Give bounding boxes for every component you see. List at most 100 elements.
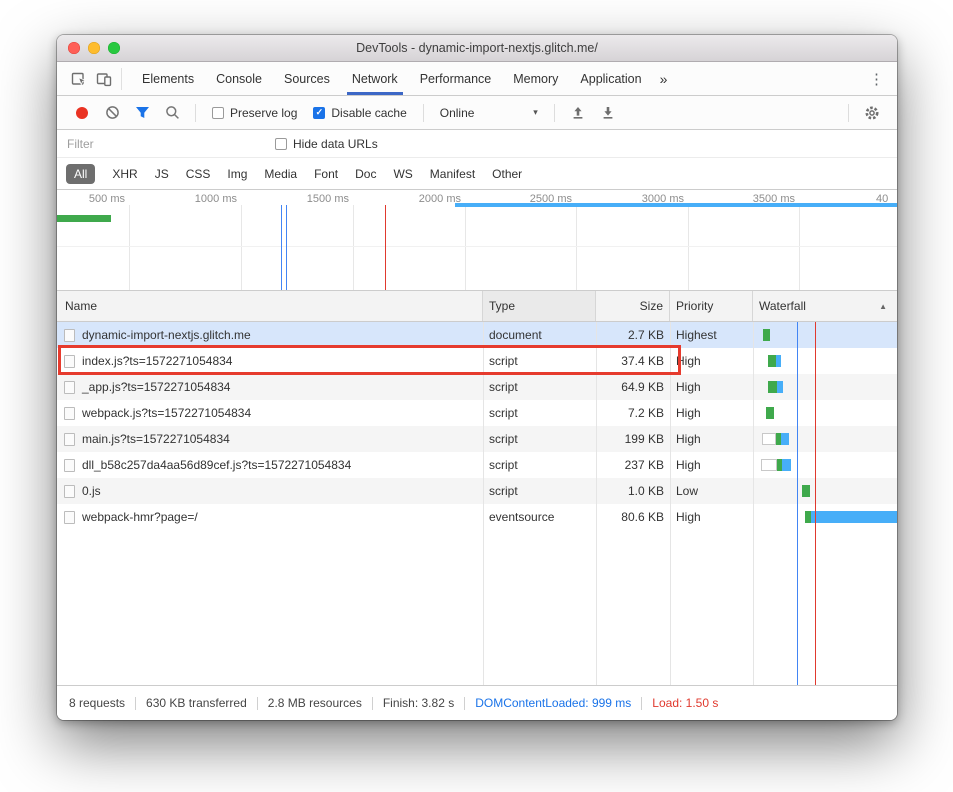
tab-label: Performance [420, 72, 492, 86]
device-toolbar-button[interactable] [91, 67, 116, 91]
column-header-name[interactable]: Name [57, 291, 483, 321]
tab-performance[interactable]: Performance [409, 62, 503, 95]
disable-cache-checkbox[interactable]: ✓ [313, 107, 325, 119]
record-icon [76, 107, 88, 119]
toolbar-divider [195, 104, 196, 122]
table-row[interactable]: main.js?ts=1572271054834 script 199 KB H… [57, 426, 897, 452]
record-button[interactable] [70, 101, 94, 125]
filter-toggle-button[interactable] [130, 101, 154, 125]
waterfall-cell [753, 478, 897, 504]
devtools-menu-button[interactable]: ⋮ [856, 70, 897, 88]
window-title: DevTools - dynamic-import-nextjs.glitch.… [57, 35, 897, 61]
type-filter-media[interactable]: Media [264, 167, 297, 181]
network-toolbar: Preserve log ✓ Disable cache Online ▾ [57, 96, 897, 130]
grid-line [353, 205, 354, 290]
name-cell: webpack-hmr?page=/ [57, 504, 483, 530]
tab-memory[interactable]: Memory [502, 62, 569, 95]
table-row[interactable]: dynamic-import-nextjs.glitch.me document… [57, 322, 897, 348]
type-filter-xhr[interactable]: XHR [112, 167, 137, 181]
priority-cell: Low [670, 478, 753, 504]
resource-type-filters: All XHR JS CSS Img Media Font Doc WS Man… [57, 158, 897, 190]
type-filter-js[interactable]: JS [155, 167, 169, 181]
column-resize-handle[interactable] [483, 322, 484, 685]
type-filter-manifest[interactable]: Manifest [430, 167, 475, 181]
column-header-waterfall[interactable]: Waterfall ▲ [753, 291, 897, 321]
overview-loaded-bar [57, 215, 111, 222]
clear-button[interactable] [100, 101, 124, 125]
grid-line [57, 246, 897, 247]
type-filter-ws[interactable]: WS [393, 167, 412, 181]
type-filter-img[interactable]: Img [227, 167, 247, 181]
type-filter-font[interactable]: Font [314, 167, 338, 181]
load-time: Load: 1.50 s [652, 696, 718, 710]
name-cell: 0.js [57, 478, 483, 504]
file-icon [64, 485, 75, 498]
waterfall-bar [811, 511, 897, 523]
tab-application[interactable]: Application [569, 62, 652, 95]
waterfall-cell [753, 426, 897, 452]
tab-elements[interactable]: Elements [131, 62, 205, 95]
column-header-size[interactable]: Size [596, 291, 670, 321]
table-row[interactable]: index.js?ts=1572271054834 script 37.4 KB… [57, 348, 897, 374]
search-button[interactable] [160, 101, 184, 125]
type-filter-css[interactable]: CSS [186, 167, 211, 181]
import-har-button[interactable] [566, 101, 590, 125]
waterfall-cell [753, 374, 897, 400]
tab-sources[interactable]: Sources [273, 62, 341, 95]
status-divider [372, 697, 373, 710]
file-icon [64, 433, 75, 446]
preserve-log-label[interactable]: Preserve log [230, 106, 297, 120]
grid-line [241, 205, 242, 290]
priority-cell: High [670, 504, 753, 530]
search-icon [165, 105, 180, 120]
size-cell: 37.4 KB [596, 348, 670, 374]
finish-time: Finish: 3.82 s [383, 696, 454, 710]
waterfall-bar [802, 485, 810, 497]
export-har-button[interactable] [596, 101, 620, 125]
column-header-type[interactable]: Type [483, 291, 596, 321]
waterfall-bar [782, 459, 791, 471]
column-resize-handle[interactable] [753, 322, 754, 685]
download-arrow-icon [601, 106, 615, 120]
more-tabs-button[interactable]: » [653, 71, 675, 87]
tab-label: Network [352, 72, 398, 86]
settings-button[interactable] [860, 101, 884, 125]
waterfall-cell [753, 400, 897, 426]
type-filter-other[interactable]: Other [492, 167, 522, 181]
type-filter-doc[interactable]: Doc [355, 167, 376, 181]
time-tick-label: 500 ms [59, 193, 125, 205]
disable-cache-label[interactable]: Disable cache [331, 106, 406, 120]
request-name: _app.js?ts=1572271054834 [82, 380, 230, 394]
type-cell: script [483, 374, 596, 400]
toolbar-divider [848, 104, 849, 122]
table-row[interactable]: 0.js script 1.0 KB Low [57, 478, 897, 504]
hide-data-urls-label[interactable]: Hide data URLs [293, 137, 378, 151]
request-name: webpack.js?ts=1572271054834 [82, 406, 251, 420]
throttling-select[interactable]: Online ▾ [440, 106, 538, 120]
titlebar[interactable]: DevTools - dynamic-import-nextjs.glitch.… [57, 35, 897, 62]
file-icon [64, 329, 75, 342]
table-row[interactable]: webpack-hmr?page=/ eventsource 80.6 KB H… [57, 504, 897, 530]
priority-cell: High [670, 452, 753, 478]
tab-network[interactable]: Network [341, 62, 409, 95]
inspect-element-button[interactable] [66, 67, 91, 91]
timeline-overview[interactable]: 500 ms 1000 ms 1500 ms 2000 ms 2500 ms 3… [57, 190, 897, 291]
hide-data-urls-checkbox[interactable] [275, 138, 287, 150]
waterfall-cell [753, 322, 897, 348]
column-resize-handle[interactable] [596, 322, 597, 685]
type-filter-all[interactable]: All [66, 164, 95, 184]
filter-input[interactable] [67, 137, 267, 151]
grid-line [129, 205, 130, 290]
size-cell: 237 KB [596, 452, 670, 478]
waterfall-bar [762, 433, 776, 445]
devtools-tabbar: Elements Console Sources Network Perform… [57, 62, 897, 96]
size-cell: 1.0 KB [596, 478, 670, 504]
table-row[interactable]: _app.js?ts=1572271054834 script 64.9 KB … [57, 374, 897, 400]
preserve-log-checkbox[interactable] [212, 107, 224, 119]
table-row[interactable]: dll_b58c257da4aa56d89cef.js?ts=157227105… [57, 452, 897, 478]
column-resize-handle[interactable] [670, 322, 671, 685]
column-header-priority[interactable]: Priority [670, 291, 753, 321]
type-cell: document [483, 322, 596, 348]
tab-console[interactable]: Console [205, 62, 273, 95]
table-row[interactable]: webpack.js?ts=1572271054834 script 7.2 K… [57, 400, 897, 426]
